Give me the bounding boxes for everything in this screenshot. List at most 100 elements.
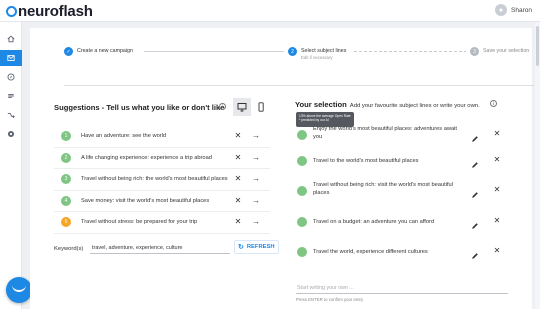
- chat-icon: [12, 285, 26, 292]
- selection-text: Travel the world, experience different c…: [313, 249, 428, 255]
- edit-button[interactable]: [471, 130, 479, 142]
- keywords-input[interactable]: [90, 242, 230, 254]
- step-label: Save your selection: [483, 48, 530, 54]
- mobile-icon: [258, 102, 264, 112]
- circle-icon: [7, 130, 15, 138]
- step-1[interactable]: ✓ Create a new campaign: [64, 46, 133, 56]
- sidebar-item-home[interactable]: [0, 31, 22, 47]
- rank-badge: 3: [61, 174, 71, 185]
- rank-badge: 4: [61, 195, 71, 206]
- dislike-button[interactable]: ✕: [234, 196, 242, 205]
- pencil-icon: [472, 192, 478, 198]
- sidebar-item-flow[interactable]: [0, 107, 22, 123]
- refresh-button[interactable]: ↻ REFRESH: [234, 240, 279, 254]
- pencil-icon: [472, 222, 478, 229]
- top-bar: neuroflash ● Sharon: [0, 0, 540, 22]
- list-item: Travel the world, experience different c…: [295, 244, 509, 275]
- scroll-thumb[interactable]: [536, 26, 539, 66]
- edit-button[interactable]: [471, 217, 479, 229]
- sidebar-item-campaigns[interactable]: [0, 50, 22, 66]
- list-item: 1 Have an adventure: see the world ✕ →: [54, 126, 270, 148]
- step-sublabel: Edit if necessary: [301, 54, 333, 60]
- suggestions-title: Suggestions - Tell us what you like or d…: [54, 103, 225, 112]
- mobile-view-button[interactable]: [252, 98, 270, 116]
- user-name: Sharon: [511, 6, 532, 14]
- step-3[interactable]: 3 Save your selection: [470, 46, 529, 56]
- selection-text: Enjoy the world's most beautiful places:…: [313, 126, 457, 140]
- user-menu[interactable]: ● Sharon: [495, 4, 532, 16]
- home-icon: [7, 35, 15, 43]
- list-item: 2 A life changing experience: experience…: [54, 148, 270, 169]
- list-item: Travel to the world's most beautiful pla…: [295, 153, 509, 184]
- suggestion-text: Travel without stress: be prepared for y…: [81, 219, 198, 226]
- add-to-selection-button[interactable]: →: [251, 153, 261, 162]
- tooltip-line: * predicted by our AI: [299, 118, 329, 123]
- write-hint: Press ENTER to confirm your entry: [296, 297, 364, 302]
- refresh-label: REFRESH: [246, 244, 275, 250]
- selection-header: Your selection Add your favourite subject…: [295, 100, 480, 109]
- avatar: ●: [495, 4, 508, 16]
- status-dot: [297, 130, 307, 140]
- suggestion-text: Have an adventure: see the world: [81, 133, 167, 140]
- list-item: Travel without being rich: visit the wor…: [295, 182, 509, 214]
- list-item: Travel on a budget: an adventure you can…: [295, 214, 509, 245]
- step-connector: [354, 51, 466, 52]
- remove-button[interactable]: ✕: [493, 216, 501, 225]
- list-item: 3 Travel without being rich: the world's…: [54, 169, 270, 191]
- selection-text: Travel on a budget: an adventure you can…: [313, 218, 435, 225]
- divider: [64, 85, 534, 86]
- selection-text: Travel without being rich: visit the wor…: [313, 182, 453, 196]
- rank-badge: 1: [61, 131, 71, 142]
- sidebar: [0, 22, 22, 309]
- remove-button[interactable]: ✕: [493, 186, 501, 194]
- sidebar-item-list[interactable]: [0, 88, 22, 104]
- main-card: ✓ Create a new campaign 2 Select subject…: [30, 28, 534, 309]
- edit-button[interactable]: [471, 186, 479, 198]
- selection-text: Travel to the world's most beautiful pla…: [313, 157, 419, 164]
- list-icon: [8, 93, 14, 99]
- info-icon[interactable]: i: [490, 100, 497, 107]
- step-2[interactable]: 2 Select subject lines Edit if necessary: [288, 46, 346, 60]
- dislike-button[interactable]: ✕: [234, 218, 242, 226]
- compass-icon: [7, 73, 15, 81]
- logo[interactable]: neuroflash: [6, 3, 93, 20]
- suggestion-text: A life changing experience: experience a…: [81, 154, 212, 161]
- desktop-icon: [237, 103, 247, 112]
- pencil-icon: [472, 253, 478, 259]
- edit-button[interactable]: [471, 156, 479, 168]
- add-to-selection-button[interactable]: →: [251, 196, 261, 205]
- selection-title: Your selection: [295, 100, 347, 109]
- info-icon[interactable]: i: [219, 103, 226, 110]
- chat-launcher-button[interactable]: [6, 277, 32, 303]
- rank-badge: 5: [61, 217, 71, 228]
- status-dot: [297, 186, 307, 196]
- desktop-view-button[interactable]: [233, 98, 251, 116]
- selection-list: Enjoy the world's most beautiful places:…: [295, 122, 509, 275]
- add-to-selection-button[interactable]: →: [251, 218, 261, 226]
- add-to-selection-button[interactable]: →: [251, 132, 261, 140]
- remove-button[interactable]: ✕: [493, 130, 501, 138]
- write-own-input[interactable]: [296, 283, 508, 294]
- dislike-button[interactable]: ✕: [234, 153, 242, 162]
- pencil-icon: [472, 136, 478, 142]
- remove-button[interactable]: ✕: [493, 247, 501, 255]
- sidebar-item-other[interactable]: [0, 126, 22, 142]
- dislike-button[interactable]: ✕: [234, 132, 242, 140]
- edit-button[interactable]: [471, 247, 479, 259]
- check-icon: ✓: [64, 47, 73, 56]
- remove-button[interactable]: ✕: [493, 155, 501, 164]
- suggestion-text: Travel without being rich: the world's m…: [81, 176, 228, 183]
- mail-icon: [7, 55, 15, 61]
- list-item: 4 Save money: visit the world's most bea…: [54, 191, 270, 212]
- selection-subtitle: Add your favourite subject lines or writ…: [349, 103, 480, 109]
- page-scrollbar[interactable]: [535, 22, 540, 309]
- step-number: 2: [288, 47, 297, 56]
- add-to-selection-button[interactable]: →: [251, 175, 261, 183]
- keywords-label: Keyword(s): [54, 246, 84, 252]
- status-dot: [297, 155, 307, 166]
- refresh-icon: ↻: [238, 244, 244, 251]
- dislike-button[interactable]: ✕: [234, 175, 242, 183]
- sidebar-item-explore[interactable]: [0, 69, 22, 85]
- list-item: 5 Travel without stress: be prepared for…: [54, 212, 270, 234]
- pencil-icon: [472, 161, 478, 168]
